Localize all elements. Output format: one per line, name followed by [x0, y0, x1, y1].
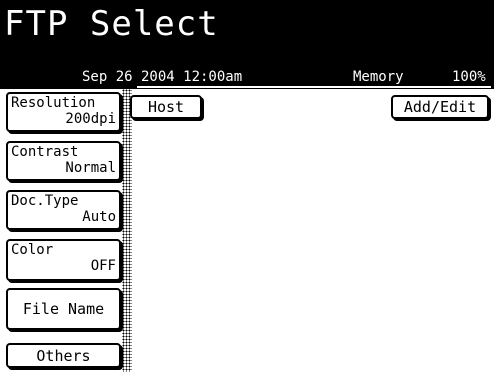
screen-title: FTP Select [4, 4, 219, 44]
resolution-label: Resolution [11, 95, 96, 111]
doc-type-label: Doc.Type [11, 193, 79, 209]
add-edit-label: Add/Edit [403, 98, 477, 116]
header-bar: FTP Select Sep 26 2004 12:00am Memory 10… [0, 0, 494, 89]
host-button[interactable]: Host [130, 95, 202, 119]
doc-type-button[interactable]: Doc.Type Auto [6, 190, 121, 230]
resolution-value: 200dpi [65, 111, 116, 127]
sidebar-divider [122, 89, 132, 372]
file-name-button[interactable]: File Name [6, 288, 121, 330]
color-button[interactable]: Color OFF [6, 239, 121, 281]
date-time: Sep 26 2004 12:00am [82, 69, 243, 85]
host-label: Host [147, 98, 185, 116]
contrast-value: Normal [65, 160, 116, 176]
doc-type-value: Auto [82, 209, 116, 225]
contrast-button[interactable]: Contrast Normal [6, 141, 121, 181]
status-underline [137, 86, 491, 88]
others-button[interactable]: Others [6, 343, 121, 368]
color-value: OFF [90, 258, 116, 274]
resolution-button[interactable]: Resolution 200dpi [6, 92, 121, 132]
add-edit-button[interactable]: Add/Edit [391, 95, 489, 119]
file-name-label: File Name [22, 300, 105, 318]
memory-value: 100% [452, 69, 486, 85]
others-label: Others [36, 346, 91, 365]
memory-label: Memory [353, 69, 404, 85]
contrast-label: Contrast [11, 144, 79, 160]
color-label: Color [11, 242, 54, 258]
